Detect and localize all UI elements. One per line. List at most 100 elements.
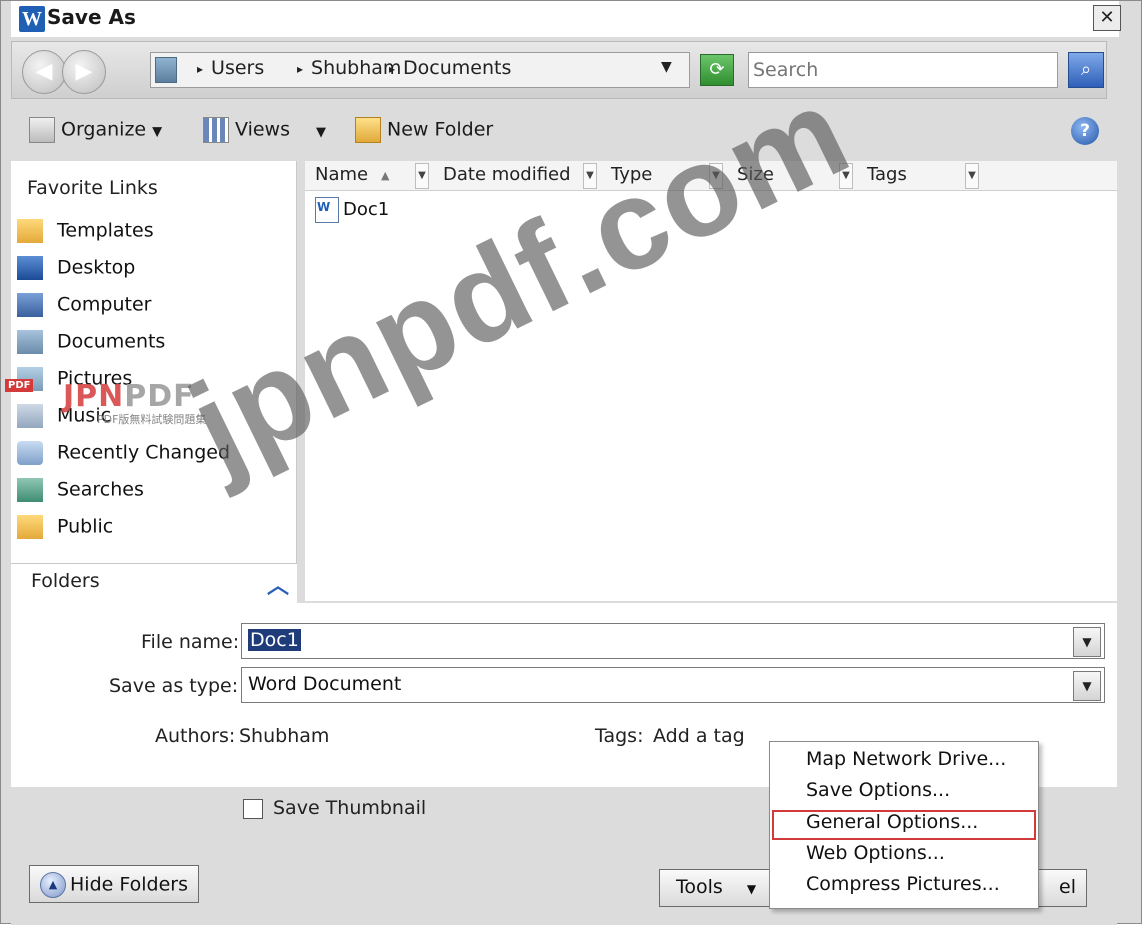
column-type[interactable]: Type — [611, 164, 652, 185]
tags-value[interactable]: Add a tag — [653, 725, 745, 747]
search-input[interactable] — [748, 52, 1058, 88]
save-type-select[interactable]: Word Document — [241, 667, 1105, 703]
breadcrumb-shubham[interactable]: ▸ Shubham — [297, 57, 401, 79]
authors-value[interactable]: Shubham — [239, 725, 329, 747]
search-button[interactable]: ⌕ — [1068, 52, 1104, 88]
organize-button[interactable]: Organize ▼ — [29, 117, 162, 143]
favorite-recently-changed[interactable]: Recently Changed — [17, 441, 230, 471]
close-button[interactable]: ✕ — [1093, 5, 1121, 31]
folder-icon — [17, 515, 43, 539]
favorite-desktop[interactable]: Desktop — [17, 256, 135, 286]
favorite-links-title: Favorite Links — [27, 177, 158, 199]
word-app-icon: W — [19, 6, 45, 32]
favorite-label: Public — [57, 515, 114, 538]
hide-folders-button[interactable]: ▲ Hide Folders — [29, 865, 199, 903]
tools-menu: Map Network Drive... Save Options... Gen… — [769, 741, 1039, 909]
documents-folder-icon — [155, 57, 177, 83]
menu-item-compress-pictures[interactable]: Compress Pictures... — [806, 873, 1000, 903]
folder-icon — [17, 219, 43, 243]
favorite-computer[interactable]: Computer — [17, 293, 151, 323]
title-bar: W Save As ✕ — [11, 1, 1121, 37]
tools-button[interactable]: Tools ▼ — [659, 869, 783, 907]
column-size-filter[interactable]: ▼ — [839, 163, 853, 189]
new-folder-button[interactable]: New Folder — [355, 117, 493, 143]
computer-icon — [17, 293, 43, 317]
save-thumbnail-label: Save Thumbnail — [273, 797, 427, 819]
views-button[interactable]: Views ▼ — [203, 117, 326, 143]
folders-toggle[interactable]: Folders ︿ — [11, 563, 297, 603]
file-name-dropdown-icon[interactable]: ▼ — [1073, 627, 1101, 657]
file-name-label: File name: — [141, 631, 240, 653]
column-name[interactable]: Name — [315, 164, 368, 185]
forward-button[interactable]: ▶ — [62, 50, 106, 94]
save-type-dropdown-icon[interactable]: ▼ — [1073, 671, 1101, 701]
column-date-filter[interactable]: ▼ — [583, 163, 597, 189]
recent-icon — [17, 441, 43, 465]
column-date-modified[interactable]: Date modified — [443, 164, 571, 185]
column-headers: Name ▲ ▼ Date modified ▼ Type ▼ Size ▼ T… — [305, 161, 1117, 191]
breadcrumb-label: Shubham — [311, 57, 402, 79]
cancel-label: el — [1059, 876, 1076, 898]
views-grid-icon — [203, 117, 229, 143]
address-bar[interactable]: ▸ Users ▸ Shubham ▸ Documents ▼ — [150, 52, 690, 88]
folders-label: Folders — [31, 570, 100, 592]
breadcrumb-label: Users — [211, 57, 265, 79]
new-folder-icon — [355, 117, 381, 143]
favorite-documents[interactable]: Documents — [17, 330, 165, 360]
file-name-input[interactable]: Doc1 — [241, 623, 1105, 659]
favorite-searches[interactable]: Searches — [17, 478, 144, 508]
favorite-public[interactable]: Public — [17, 515, 113, 545]
sort-ascending-icon: ▲ — [381, 169, 390, 182]
toolbar: Organize ▼ Views ▼ New Folder ? — [11, 105, 1117, 157]
refresh-button[interactable]: ⟳ — [700, 54, 734, 86]
menu-item-web-options[interactable]: Web Options... — [806, 842, 945, 872]
documents-icon — [17, 330, 43, 354]
favorite-links-pane: Favorite Links Templates Desktop Compute… — [11, 161, 297, 563]
menu-item-save-options[interactable]: Save Options... — [806, 779, 950, 809]
column-tags[interactable]: Tags — [867, 164, 907, 185]
column-type-filter[interactable]: ▼ — [709, 163, 723, 189]
favorite-label: Desktop — [57, 256, 136, 279]
help-button[interactable]: ? — [1071, 117, 1099, 145]
column-tags-filter[interactable]: ▼ — [965, 163, 979, 189]
pictures-icon — [17, 367, 43, 391]
breadcrumb-label: Documents — [403, 57, 512, 79]
breadcrumb-documents[interactable]: ▸ Documents — [389, 57, 511, 79]
favorite-label: Recently Changed — [57, 441, 231, 464]
file-list-pane: Name ▲ ▼ Date modified ▼ Type ▼ Size ▼ T… — [305, 161, 1117, 601]
searches-icon — [17, 478, 43, 502]
back-button[interactable]: ◀ — [22, 50, 66, 94]
chevron-up-icon: ▲ — [40, 872, 66, 898]
organize-label: Organize — [61, 118, 147, 141]
file-name-label: Doc1 — [343, 199, 390, 220]
favorite-pictures[interactable]: Pictures — [17, 367, 132, 397]
desktop-icon — [17, 256, 43, 280]
menu-item-map-network-drive[interactable]: Map Network Drive... — [806, 748, 1006, 778]
favorite-label: Computer — [57, 293, 152, 316]
favorite-label: Searches — [57, 478, 144, 501]
favorite-label: Music — [57, 404, 112, 427]
save-type-value: Word Document — [248, 673, 402, 695]
address-dropdown-icon[interactable]: ▼ — [661, 59, 672, 75]
column-size[interactable]: Size — [737, 164, 774, 185]
address-row: ◀ ▶ ▸Users ▸Shubham ▸Documents ▼ ⟳ ⌕ — [11, 41, 1107, 99]
breadcrumb-users[interactable]: ▸ Users — [197, 57, 264, 79]
file-item-doc1[interactable]: Doc1 — [315, 197, 389, 223]
music-icon — [17, 404, 43, 428]
chevron-up-icon[interactable]: ︿ — [267, 568, 289, 600]
tools-label: Tools — [676, 876, 723, 898]
favorite-label: Pictures — [57, 367, 133, 390]
window-title: Save As — [47, 5, 136, 29]
favorite-music[interactable]: Music — [17, 404, 111, 434]
save-type-label: Save as type: — [109, 675, 239, 697]
favorite-label: Templates — [57, 219, 154, 242]
organize-icon — [29, 117, 55, 143]
column-name-filter[interactable]: ▼ — [415, 163, 429, 189]
views-label: Views — [235, 118, 290, 141]
save-thumbnail-checkbox[interactable] — [243, 799, 263, 819]
menu-item-general-options[interactable]: General Options... — [806, 811, 978, 841]
favorite-templates[interactable]: Templates — [17, 219, 154, 249]
tools-dropdown-icon: ▼ — [746, 882, 757, 896]
hide-folders-label: Hide Folders — [70, 873, 188, 896]
authors-label: Authors: — [155, 725, 236, 747]
